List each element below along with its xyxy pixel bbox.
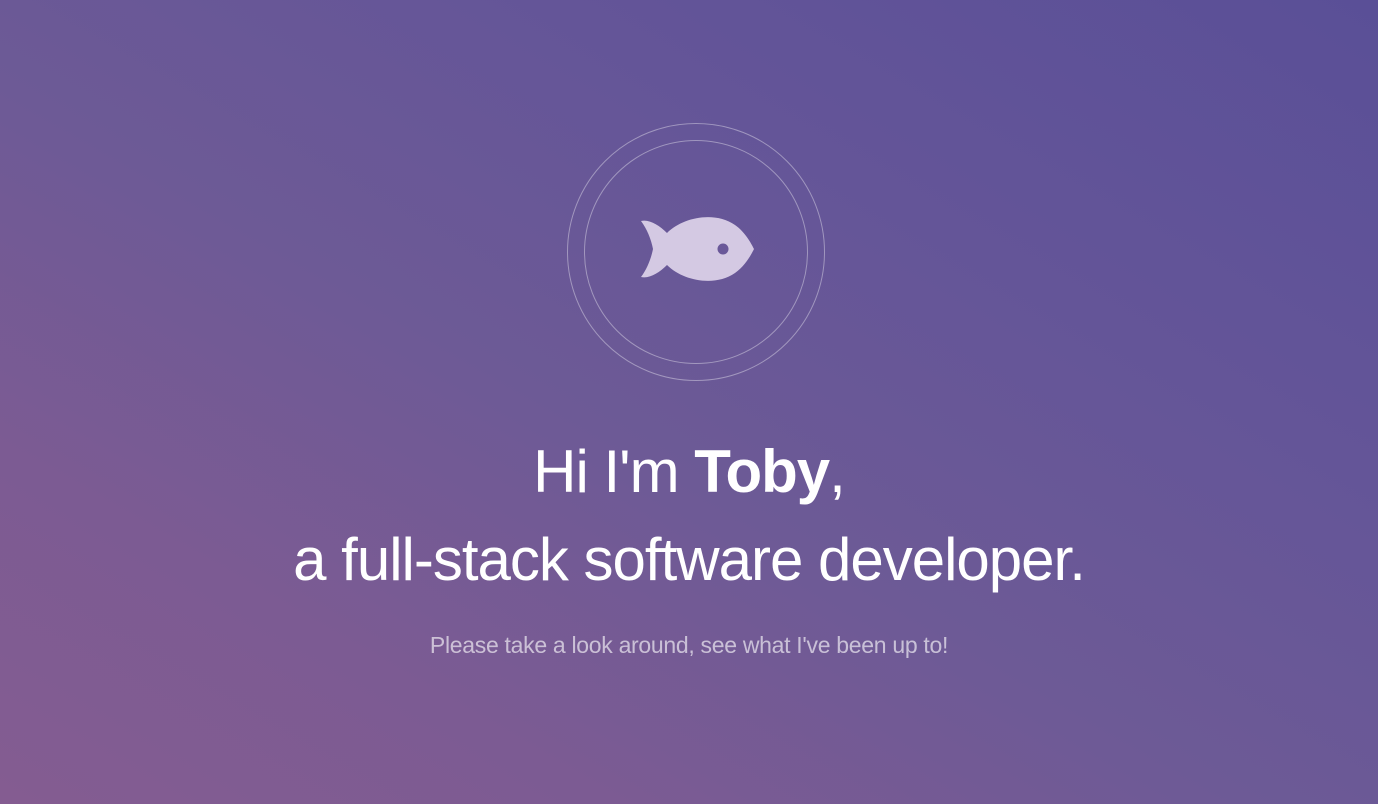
logo-badge [567, 123, 825, 381]
hero-section: Hi I'm Toby, a full-stack software devel… [0, 0, 1378, 804]
headline: Hi I'm Toby, a full-stack software devel… [0, 428, 1378, 604]
subtitle: Please take a look around, see what I've… [429, 632, 949, 658]
headline-greeting: Hi I'm [533, 438, 695, 505]
headline-role: a full-stack software developer. [293, 526, 1086, 593]
headline-comma: , [829, 438, 846, 505]
fish-icon [641, 217, 754, 281]
headline-name: Toby [694, 438, 830, 505]
